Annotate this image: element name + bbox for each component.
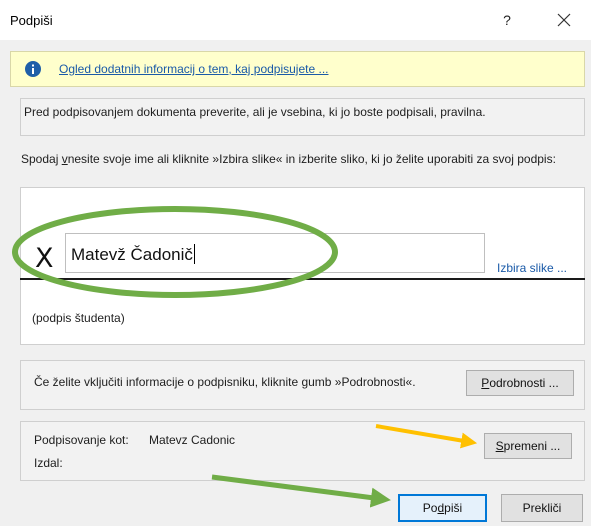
- change-button[interactable]: Spremeni ...: [484, 433, 572, 459]
- info-icon: [25, 61, 41, 77]
- signature-line: [20, 278, 585, 280]
- help-button[interactable]: ?: [495, 8, 519, 32]
- signature-instructions: Spodaj vnesite svoje ime ali kliknite »I…: [21, 152, 576, 166]
- sign-button[interactable]: Podpiši: [398, 494, 487, 522]
- signer-role: (podpis študenta): [32, 311, 125, 325]
- signature-name-value: Matevž Čadonič: [71, 245, 193, 264]
- close-icon: [557, 13, 571, 27]
- sign-label-start: Po: [422, 501, 438, 515]
- sign-label-end: piši: [444, 501, 463, 515]
- more-info-link[interactable]: Ogled dodatnih informacij o tem, kaj pod…: [59, 62, 328, 76]
- instructions-text-start: Spodaj: [21, 152, 62, 166]
- issued-by-label: Izdal:: [34, 456, 63, 470]
- details-button[interactable]: Podrobnosti ...: [466, 370, 574, 396]
- select-image-link[interactable]: Izbira slike ...: [497, 261, 567, 275]
- signature-name-input[interactable]: Matevž Čadonič: [65, 233, 485, 273]
- details-label: odrobnosti ...: [489, 376, 559, 390]
- verify-notice: Pred podpisovanjem dokumenta preverite, …: [24, 105, 486, 119]
- sign-dialog: Podpiši ? Ogled dodatnih informacij o te…: [0, 0, 591, 526]
- dialog-title: Podpiši: [10, 13, 53, 28]
- signature-x-mark: X: [35, 243, 54, 274]
- change-accel: S: [495, 439, 504, 453]
- instructions-text-end: nesite svoje ime ali kliknite »Izbira sl…: [67, 152, 556, 166]
- details-text: Če želite vključiti informacije o podpis…: [34, 375, 416, 389]
- verify-panel: Pred podpisovanjem dokumenta preverite, …: [20, 98, 585, 136]
- text-caret: [193, 244, 195, 264]
- signing-as-label: Podpisovanje kot:: [34, 433, 129, 447]
- change-label: premeni ...: [503, 439, 561, 453]
- info-bar: Ogled dodatnih informacij o tem, kaj pod…: [10, 51, 585, 87]
- title-bar: Podpiši ?: [0, 0, 591, 40]
- close-button[interactable]: [552, 8, 576, 32]
- signing-as-value: Matevz Cadonic: [149, 433, 236, 447]
- cancel-button[interactable]: Prekliči: [501, 494, 583, 522]
